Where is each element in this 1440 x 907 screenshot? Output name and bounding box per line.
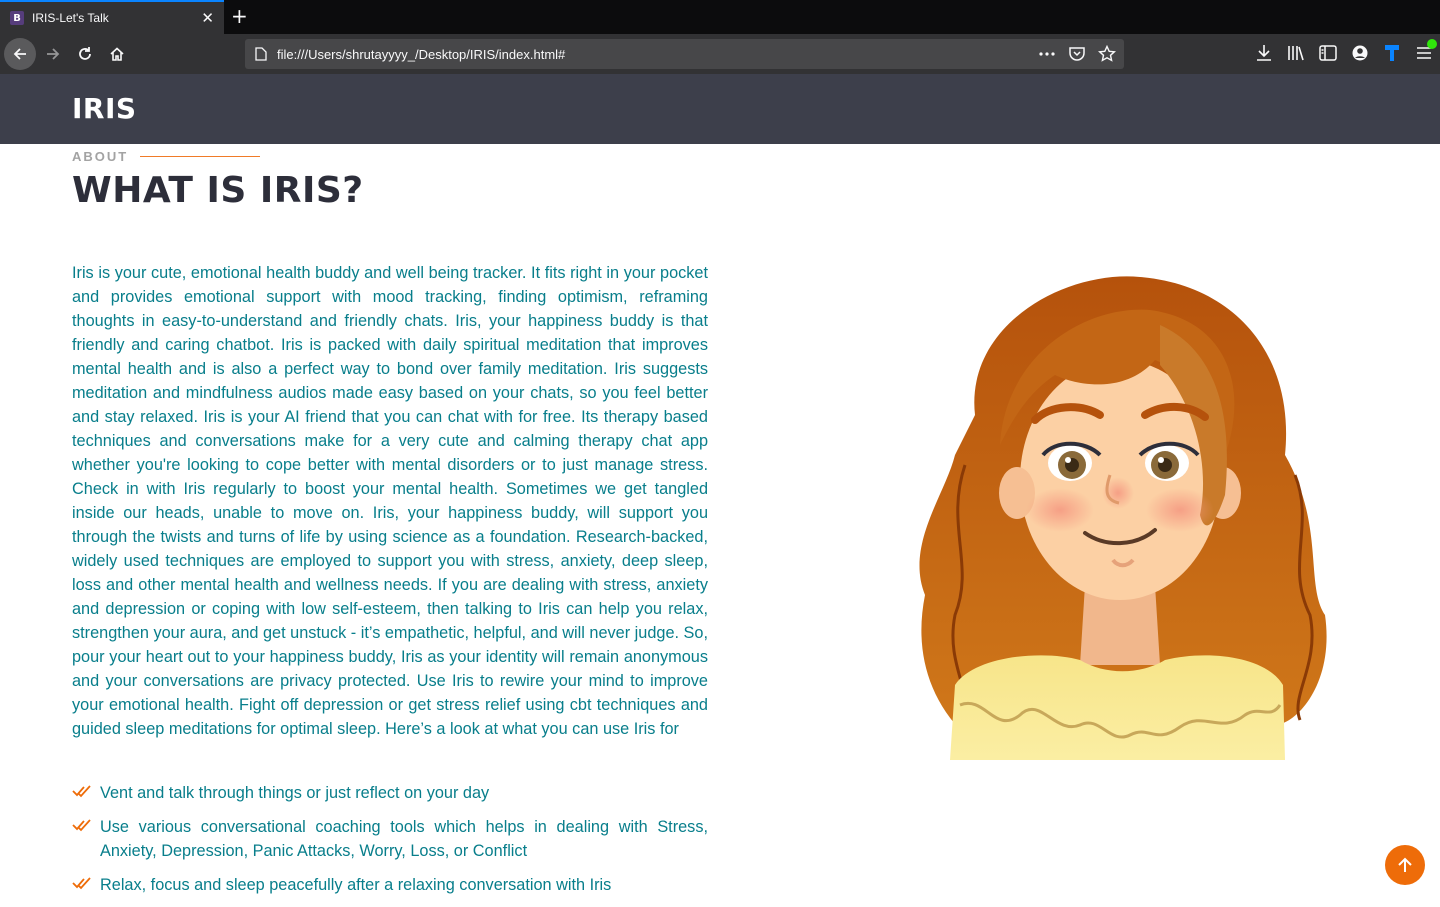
home-icon <box>110 47 124 61</box>
double-check-icon <box>72 785 91 798</box>
section-label-text: ABOUT <box>72 149 129 164</box>
arrow-left-icon <box>13 48 26 60</box>
sidebar-icon <box>1319 45 1337 61</box>
iris-character-illustration <box>919 276 1327 760</box>
back-button[interactable] <box>4 38 36 70</box>
library-button[interactable] <box>1286 42 1306 64</box>
url-bar[interactable]: file:///Users/shrutayyyy_/Desktop/IRIS/i… <box>245 39 1124 69</box>
back-to-top-button[interactable] <box>1385 845 1425 885</box>
site-logo[interactable]: IRIS <box>72 92 137 125</box>
menu-button[interactable] <box>1414 39 1437 64</box>
star-icon[interactable] <box>1098 45 1116 63</box>
bootstrap-favicon-icon: B <box>10 11 24 25</box>
double-check-icon <box>72 819 91 832</box>
home-button[interactable] <box>101 38 133 70</box>
arrow-right-icon <box>47 48 60 60</box>
browser-tab-bar: B IRIS-Let's Talk ✕ + <box>0 0 1440 34</box>
section-title: WHAT IS IRIS? <box>72 170 364 211</box>
url-actions <box>1038 45 1116 63</box>
extension-icon <box>1385 45 1399 61</box>
tab-title: IRIS-Let's Talk <box>32 11 109 25</box>
feature-text: Relax, focus and sleep peacefully after … <box>100 876 612 894</box>
download-icon <box>1257 45 1271 61</box>
feature-text: Vent and talk through things or just ref… <box>100 784 490 802</box>
feature-item: Relax, focus and sleep peacefully after … <box>72 873 708 897</box>
reload-button[interactable] <box>69 38 101 70</box>
browser-nav-bar: file:///Users/shrutayyyy_/Desktop/IRIS/i… <box>0 34 1440 74</box>
downloads-button[interactable] <box>1254 42 1274 64</box>
section-label-divider <box>140 156 261 157</box>
site-header: IRIS <box>0 74 1440 144</box>
arrow-up-icon <box>1398 857 1412 872</box>
sidebar-button[interactable] <box>1318 42 1338 64</box>
library-icon <box>1288 46 1304 61</box>
account-button[interactable] <box>1350 42 1370 64</box>
pocket-icon[interactable] <box>1068 45 1086 63</box>
forward-button[interactable] <box>37 38 69 70</box>
feature-item: Use various conversational coaching tool… <box>72 815 708 863</box>
double-check-icon <box>72 877 91 890</box>
about-paragraph: Iris is your cute, emotional health budd… <box>72 264 708 738</box>
update-badge <box>1427 39 1437 49</box>
url-text[interactable]: file:///Users/shrutayyyy_/Desktop/IRIS/i… <box>277 47 565 62</box>
extension-button[interactable] <box>1382 42 1402 64</box>
account-icon <box>1352 45 1368 61</box>
more-icon[interactable] <box>1038 45 1056 63</box>
feature-text: Use various conversational coaching tool… <box>100 818 708 860</box>
close-tab-icon[interactable]: ✕ <box>201 10 214 26</box>
toolbar-right <box>1254 39 1437 64</box>
section-label: ABOUT <box>72 149 261 164</box>
reload-icon <box>79 47 91 60</box>
feature-item: Vent and talk through things or just ref… <box>72 781 708 805</box>
features-list: Vent and talk through things or just ref… <box>72 781 708 907</box>
new-tab-icon[interactable]: + <box>231 5 248 27</box>
page-icon <box>255 47 267 61</box>
browser-tab[interactable]: B IRIS-Let's Talk ✕ <box>0 0 224 34</box>
